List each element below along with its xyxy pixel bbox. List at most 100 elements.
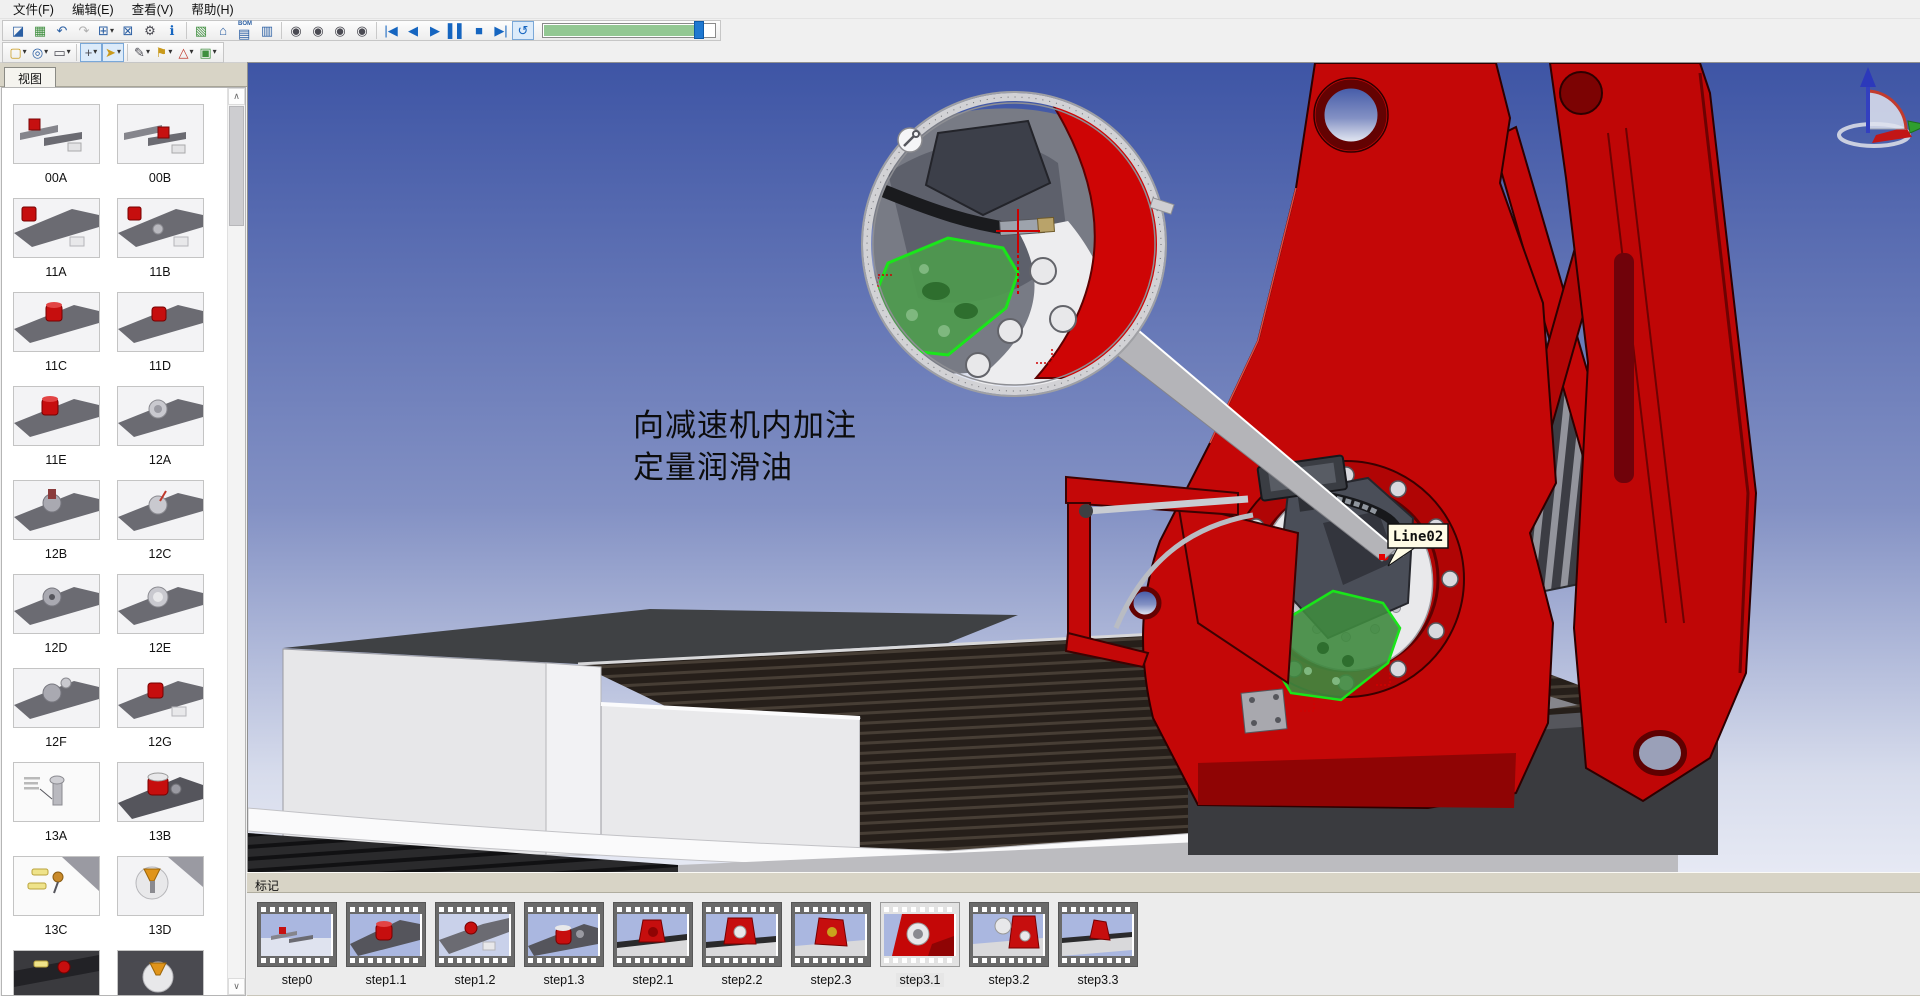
view-item-12C[interactable]: 12C	[108, 480, 212, 574]
loop-button[interactable]: ↺	[512, 21, 534, 40]
3d-viewport[interactable]: 向减速机内加注 定量润滑油 Line02	[247, 62, 1920, 872]
view-label: 12E	[108, 641, 212, 655]
view-item-12G[interactable]: 12G	[108, 668, 212, 762]
step-label: step0	[279, 973, 316, 987]
view-item-11A[interactable]: 11A	[4, 198, 108, 292]
view-item-12A[interactable]: 12A	[108, 386, 212, 480]
redo-button[interactable]: ↷	[73, 21, 95, 40]
save-image-button[interactable]: ▦	[29, 21, 51, 40]
view-item-partial-1[interactable]	[4, 950, 108, 996]
view-item-partial-2[interactable]	[108, 950, 212, 996]
steps-strip: step0 step1.1 step1.2 step1.3	[247, 894, 1920, 996]
stop-button[interactable]: ■	[468, 21, 490, 40]
step-item-step2-3[interactable]: step2.3	[791, 902, 871, 989]
step-label: step1.2	[451, 973, 498, 987]
move-tool-button[interactable]: +▾	[80, 43, 102, 62]
rim-tool-icon[interactable]	[898, 128, 922, 152]
home-icon: ⌂	[219, 24, 227, 37]
view-item-12D[interactable]: 12D	[4, 574, 108, 668]
last-frame-button[interactable]: ▶|	[490, 21, 512, 40]
appearance-tool-button[interactable]: ▣▾	[197, 43, 219, 62]
prev-frame-button[interactable]: ◀	[402, 21, 424, 40]
view-label: 12C	[108, 547, 212, 561]
camera-icon: ◉	[356, 24, 367, 37]
views-sidebar: 视图 00A 00B 11A 11B	[0, 63, 247, 996]
undo-icon: ↶	[57, 24, 68, 37]
view-item-00A[interactable]: 00A	[4, 104, 108, 198]
view-item-13A[interactable]: 13A	[4, 762, 108, 856]
step-thumbnail	[350, 914, 422, 956]
menu-edit[interactable]: 编辑(E)	[63, 0, 123, 20]
chevron-down-icon: ▾	[146, 48, 150, 56]
views-scrollbar[interactable]: ∧ ∨	[227, 88, 245, 995]
step-item-step3-2[interactable]: step3.2	[969, 902, 1049, 989]
view-item-11B[interactable]: 11B	[108, 198, 212, 292]
skip-last-icon: ▶|	[494, 24, 507, 37]
step-item-step3-3[interactable]: step3.3	[1058, 902, 1138, 989]
view-thumbnail	[117, 762, 204, 822]
view-item-11E[interactable]: 11E	[4, 386, 108, 480]
scroll-down-button[interactable]: ∨	[228, 978, 245, 995]
info-button[interactable]: ℹ	[161, 21, 183, 40]
step-item-step2-2[interactable]: step2.2	[702, 902, 782, 989]
view-item-12E[interactable]: 12E	[108, 574, 212, 668]
step-item-step1-1[interactable]: step1.1	[346, 902, 426, 989]
orbit-icon: ◎	[32, 46, 43, 59]
scrollbar-thumb[interactable]	[229, 106, 244, 226]
view-item-00B[interactable]: 00B	[108, 104, 212, 198]
step-item-step1-3[interactable]: step1.3	[524, 902, 604, 989]
view-item-11D[interactable]: 11D	[108, 292, 212, 386]
step-item-step0[interactable]: step0	[257, 902, 337, 989]
play-button[interactable]: ▶	[424, 21, 446, 40]
undo-button[interactable]: ↶	[51, 21, 73, 40]
chevron-down-icon: ▾	[110, 27, 114, 35]
camera-keyframe-4-button[interactable]: ◉	[351, 21, 373, 40]
section-view-button[interactable]: ▭▾	[51, 43, 73, 62]
pause-button[interactable]: ▌▌	[446, 21, 468, 40]
camera-keyframe-1-button[interactable]: ◉	[285, 21, 307, 40]
measure-tool-button[interactable]: △▾	[175, 43, 197, 62]
menu-help[interactable]: 帮助(H)	[182, 0, 242, 20]
view-label: 11C	[4, 359, 108, 373]
import-model-button[interactable]: ▧	[190, 21, 212, 40]
menu-file[interactable]: 文件(F)	[4, 0, 63, 20]
view-thumbnail	[13, 668, 100, 728]
view-item-13B[interactable]: 13B	[108, 762, 212, 856]
camera-keyframe-2-button[interactable]: ◉	[307, 21, 329, 40]
view-label: 11D	[108, 359, 212, 373]
view-item-11C[interactable]: 11C	[4, 292, 108, 386]
step-thumbnail	[617, 914, 689, 956]
first-frame-button[interactable]: |◀	[380, 21, 402, 40]
step-item-step2-1[interactable]: step2.1	[613, 902, 693, 989]
view-item-12B[interactable]: 12B	[4, 480, 108, 574]
orbit-view-button[interactable]: ◎▾	[29, 43, 51, 62]
step-thumbnail	[973, 914, 1045, 956]
chevron-down-icon: ▾	[189, 48, 193, 56]
view-item-13D[interactable]: 13D	[108, 856, 212, 950]
fly-tool-button[interactable]: ➤▾	[102, 43, 124, 62]
pen-markup-button[interactable]: ✎▾	[131, 43, 153, 62]
view-thumbnail	[117, 386, 204, 446]
section-icon: ▭	[53, 46, 65, 59]
home-view-button[interactable]: ⌂	[212, 21, 234, 40]
menu-view[interactable]: 查看(V)	[123, 0, 183, 20]
step-item-step1-2[interactable]: step1.2	[435, 902, 515, 989]
view-item-13C[interactable]: 13C	[4, 856, 108, 950]
view-label: 13C	[4, 923, 108, 937]
scroll-up-button[interactable]: ∧	[228, 88, 245, 105]
settings-button[interactable]: ⚙	[139, 21, 161, 40]
camera-keyframe-3-button[interactable]: ◉	[329, 21, 351, 40]
view-item-12F[interactable]: 12F	[4, 668, 108, 762]
step-item-step3-1[interactable]: step3.1	[880, 902, 960, 989]
view-mode-button[interactable]: ⊞▾	[95, 21, 117, 40]
notes-button[interactable]: ▥	[256, 21, 278, 40]
view-label: 12A	[108, 453, 212, 467]
flag-label-button[interactable]: ⚑▾	[153, 43, 175, 62]
progress-thumb[interactable]	[694, 21, 704, 39]
open-button[interactable]: ◪	[7, 21, 29, 40]
component-tool-button[interactable]: ▢▾	[7, 43, 29, 62]
step-thumbnail	[261, 914, 333, 956]
animation-progress-slider[interactable]	[542, 23, 716, 38]
fit-window-button[interactable]: ⊠	[117, 21, 139, 40]
bom-table-button[interactable]: BOM ▤	[234, 21, 256, 40]
